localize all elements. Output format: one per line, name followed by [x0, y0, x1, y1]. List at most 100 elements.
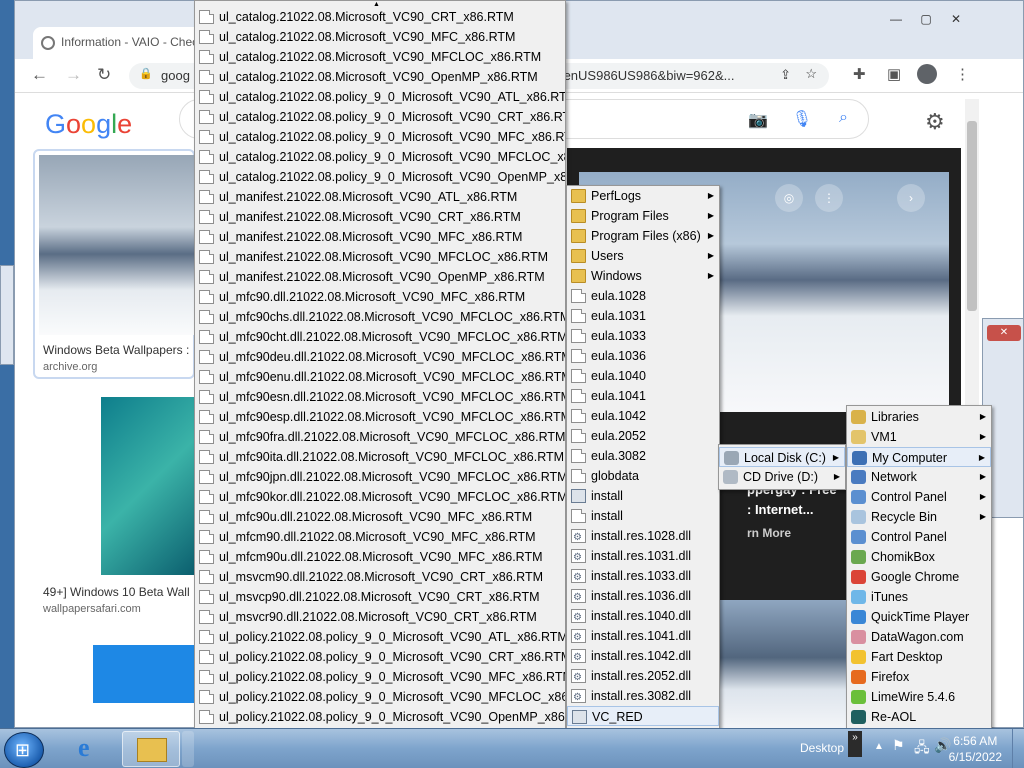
- result-image[interactable]: [39, 155, 195, 335]
- file-list-item[interactable]: ul_mfc90fra.dll.21022.08.Microsoft_VC90_…: [195, 427, 565, 447]
- file-list-item[interactable]: ul_catalog.21022.08.policy_9_0_Microsoft…: [195, 107, 565, 127]
- close-button[interactable]: ✕: [987, 325, 1021, 341]
- file-list-item[interactable]: ul_mfcm90.dll.21022.08.Microsoft_VC90_MF…: [195, 527, 565, 547]
- drive-c-item[interactable]: install.res.2052.dll: [567, 666, 719, 686]
- drive-c-item[interactable]: Program Files (x86) ▶: [567, 226, 719, 246]
- file-list-item[interactable]: ul_manifest.21022.08.Microsoft_VC90_ATL_…: [195, 187, 565, 207]
- drive-c-item[interactable]: Users ▶: [567, 246, 719, 266]
- desktop-menu-item[interactable]: My Computer ▶: [847, 447, 991, 467]
- drive-c-item[interactable]: install.res.1033.dll: [567, 566, 719, 586]
- file-list-item[interactable]: ul_policy.21022.08.policy_9_0_Microsoft_…: [195, 627, 565, 647]
- taskbar-internet-explorer[interactable]: e: [62, 731, 120, 767]
- forward-icon[interactable]: →: [65, 65, 82, 85]
- drive-c-item[interactable]: eula.1028: [567, 286, 719, 306]
- drive-c-item[interactable]: install: [567, 506, 719, 526]
- drive-c-item[interactable]: install.res.1041.dll: [567, 626, 719, 646]
- action-center-icon[interactable]: ⚑: [892, 737, 905, 754]
- drive-c-item[interactable]: eula.1036: [567, 346, 719, 366]
- desktop-menu-item[interactable]: VM1 ▶: [847, 427, 991, 447]
- maximize-button[interactable]: ▢: [913, 11, 939, 29]
- file-list-item[interactable]: ul_catalog.21022.08.policy_9_0_Microsoft…: [195, 147, 565, 167]
- file-list-item[interactable]: ul_mfc90.dll.21022.08.Microsoft_VC90_MFC…: [195, 287, 565, 307]
- drive-c-item[interactable]: Windows ▶: [567, 266, 719, 286]
- drive-c-item[interactable]: install.res.1028.dll: [567, 526, 719, 546]
- file-list-item[interactable]: ul_catalog.21022.08.Microsoft_VC90_MFC_x…: [195, 27, 565, 47]
- file-list-item[interactable]: ul_policy.21022.08.policy_9_0_Microsoft_…: [195, 707, 565, 727]
- file-list-item[interactable]: ul_manifest.21022.08.Microsoft_VC90_CRT_…: [195, 207, 565, 227]
- network-icon[interactable]: 🖧: [914, 737, 930, 761]
- file-list-item[interactable]: ul_catalog.21022.08.Microsoft_VC90_CRT_x…: [195, 7, 565, 27]
- file-list-item[interactable]: ul_msvcr90.dll.21022.08.Microsoft_VC90_C…: [195, 607, 565, 627]
- taskbar-app[interactable]: [182, 731, 194, 767]
- bookmark-star-icon[interactable]: ☆: [805, 66, 817, 82]
- extensions-icon[interactable]: ✚: [853, 65, 866, 83]
- back-icon[interactable]: ←: [31, 65, 48, 85]
- file-list-item[interactable]: ul_mfc90u.dll.21022.08.Microsoft_VC90_MF…: [195, 507, 565, 527]
- file-list-item[interactable]: ul_manifest.21022.08.Microsoft_VC90_MFC_…: [195, 227, 565, 247]
- start-button[interactable]: ⊞: [4, 732, 44, 768]
- drive-c-item[interactable]: Program Files ▶: [567, 206, 719, 226]
- next-arrow-icon[interactable]: ›: [897, 184, 925, 212]
- file-list-item[interactable]: ul_policy.21022.08.policy_9_0_Microsoft_…: [195, 667, 565, 687]
- file-list-item[interactable]: ul_mfc90deu.dll.21022.08.Microsoft_VC90_…: [195, 347, 565, 367]
- browser-tab[interactable]: Information - VAIO - Chec: [33, 27, 218, 59]
- result-source[interactable]: archive.org: [43, 361, 97, 373]
- file-list-item[interactable]: ul_policy.21022.08.policy_9_0_Microsoft_…: [195, 647, 565, 667]
- file-list-item[interactable]: ul_mfc90cht.dll.21022.08.Microsoft_VC90_…: [195, 327, 565, 347]
- share-icon[interactable]: ⇪: [780, 67, 791, 83]
- drive-c-item[interactable]: install.res.1042.dll: [567, 646, 719, 666]
- microphone-icon[interactable]: 🎙: [792, 109, 812, 129]
- file-list-item[interactable]: ul_catalog.21022.08.policy_9_0_Microsoft…: [195, 167, 565, 187]
- drive-c-item[interactable]: install.res.3082.dll: [567, 686, 719, 706]
- drive-c-item[interactable]: eula.1031: [567, 306, 719, 326]
- result-image[interactable]: [101, 397, 195, 575]
- my-computer-item[interactable]: CD Drive (D:) ▶: [719, 467, 845, 487]
- file-list-item[interactable]: ul_msvcp90.dll.21022.08.Microsoft_VC90_C…: [195, 587, 565, 607]
- desktop-menu-item[interactable]: iTunes: [847, 587, 991, 607]
- file-list-item[interactable]: ul_policy.21022.08.policy_9_0_Microsoft_…: [195, 687, 565, 707]
- minimize-button[interactable]: —: [883, 11, 909, 29]
- drive-c-item[interactable]: install.res.1031.dll: [567, 546, 719, 566]
- more-options-icon[interactable]: ⋮: [815, 184, 843, 212]
- drive-c-item[interactable]: eula.1042: [567, 406, 719, 426]
- file-list-item[interactable]: ul_mfc90esn.dll.21022.08.Microsoft_VC90_…: [195, 387, 565, 407]
- drive-c-item[interactable]: install.res.1036.dll: [567, 586, 719, 606]
- desktop-menu-item[interactable]: Re-AOL: [847, 707, 991, 727]
- desktop-menu-item[interactable]: Control Panel: [847, 527, 991, 547]
- file-list-item[interactable]: ul_mfc90kor.dll.21022.08.Microsoft_VC90_…: [195, 487, 565, 507]
- file-list-item[interactable]: ul_mfc90enu.dll.21022.08.Microsoft_VC90_…: [195, 367, 565, 387]
- file-list-item[interactable]: ul_msvcm90.dll.21022.08.Microsoft_VC90_C…: [195, 567, 565, 587]
- file-list-item[interactable]: ul_mfc90esp.dll.21022.08.Microsoft_VC90_…: [195, 407, 565, 427]
- file-list-item[interactable]: ul_manifest.21022.08.Microsoft_VC90_Open…: [195, 267, 565, 287]
- reload-icon[interactable]: ↻: [97, 65, 111, 85]
- show-desktop-button[interactable]: [1012, 729, 1024, 768]
- desktop-toolbar-label[interactable]: Desktop: [800, 741, 844, 755]
- desktop-menu-item[interactable]: Libraries ▶: [847, 407, 991, 427]
- close-button[interactable]: ✕: [943, 11, 969, 29]
- drive-c-item[interactable]: eula.3082: [567, 446, 719, 466]
- lens-icon[interactable]: ◎: [775, 184, 803, 212]
- drive-c-item[interactable]: install.res.1040.dll: [567, 606, 719, 626]
- result-image[interactable]: [93, 645, 195, 703]
- clock[interactable]: 6:56 AM 6/15/2022: [949, 733, 1002, 765]
- toolbar-expand-icon[interactable]: »: [848, 731, 862, 757]
- taskbar-explorer[interactable]: [122, 731, 180, 767]
- desktop-menu-item[interactable]: ChomikBox: [847, 547, 991, 567]
- file-list-item[interactable]: ul_catalog.21022.08.policy_9_0_Microsoft…: [195, 87, 565, 107]
- drive-c-item[interactable]: globdata: [567, 466, 719, 486]
- drive-c-item[interactable]: eula.1033: [567, 326, 719, 346]
- my-computer-item[interactable]: Local Disk (C:) ▶: [719, 447, 845, 467]
- desktop-menu-item[interactable]: Recycle Bin ▶: [847, 507, 991, 527]
- file-list-item[interactable]: ul_mfc90jpn.dll.21022.08.Microsoft_VC90_…: [195, 467, 565, 487]
- image-result-card[interactable]: Windows Beta Wallpapers : archive.org: [33, 149, 195, 379]
- desktop-menu-item[interactable]: Network ▶: [847, 467, 991, 487]
- desktop-menu-item[interactable]: Fart Desktop: [847, 647, 991, 667]
- result-caption[interactable]: Windows Beta Wallpapers :: [43, 343, 189, 357]
- file-list-item[interactable]: ul_mfc90ita.dll.21022.08.Microsoft_VC90_…: [195, 447, 565, 467]
- file-list-item[interactable]: ul_catalog.21022.08.Microsoft_VC90_MFCLO…: [195, 47, 565, 67]
- file-list-item[interactable]: ul_catalog.21022.08.policy_9_0_Microsoft…: [195, 127, 565, 147]
- search-icon[interactable]: ⌕: [839, 109, 848, 127]
- file-list-item[interactable]: ul_catalog.21022.08.Microsoft_VC90_OpenM…: [195, 67, 565, 87]
- settings-gear-icon[interactable]: ⚙: [925, 109, 945, 135]
- desktop-menu-item[interactable]: Control Panel ▶: [847, 487, 991, 507]
